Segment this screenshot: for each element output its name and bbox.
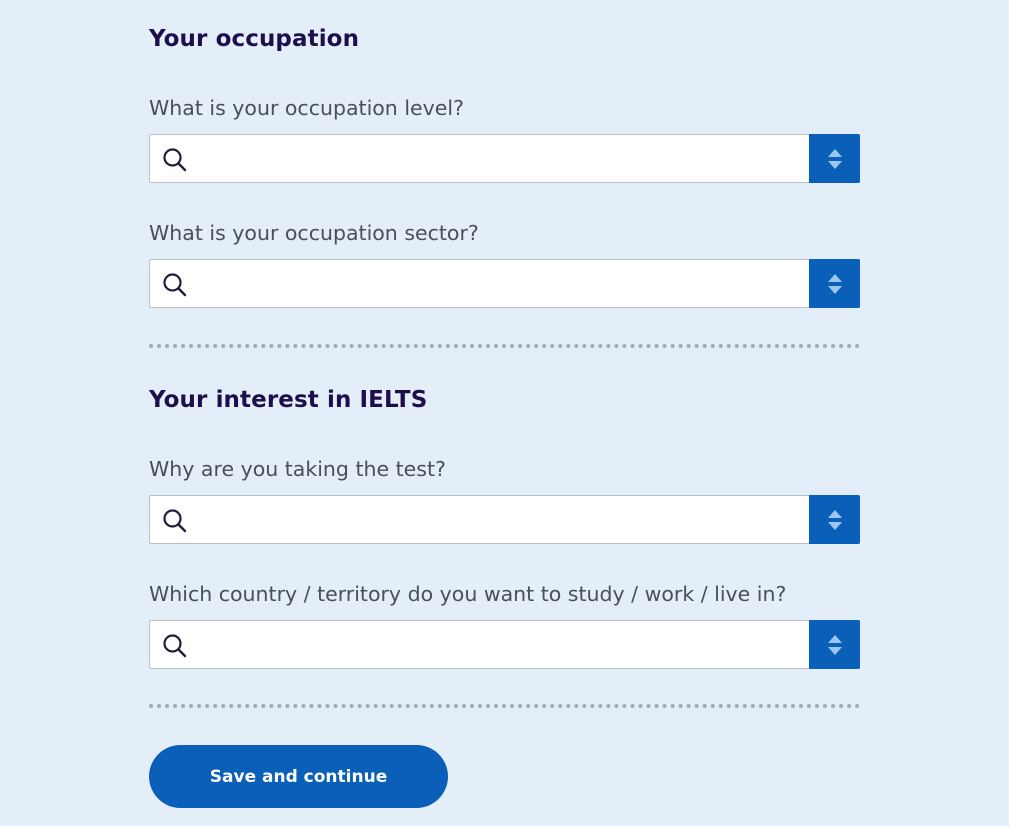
test-reason-select[interactable] — [149, 495, 860, 544]
search-icon — [163, 634, 187, 658]
save-and-continue-button[interactable]: Save and continue — [149, 745, 448, 808]
occupation-level-toggle[interactable] — [809, 134, 860, 183]
test-reason-label: Why are you taking the test? — [149, 457, 446, 481]
search-icon — [163, 273, 187, 297]
sort-arrows-icon — [827, 273, 842, 294]
occupation-sector-input[interactable] — [196, 260, 806, 307]
test-reason-input[interactable] — [196, 496, 806, 543]
destination-country-input[interactable] — [196, 621, 806, 668]
occupation-sector-select[interactable] — [149, 259, 860, 308]
section-title-ielts-interest: Your interest in IELTS — [149, 387, 428, 413]
section-title-occupation: Your occupation — [149, 26, 360, 52]
section-divider — [149, 344, 860, 348]
occupation-level-input[interactable] — [196, 135, 806, 182]
occupation-sector-label: What is your occupation sector? — [149, 221, 479, 245]
occupation-level-label: What is your occupation level? — [149, 96, 464, 120]
destination-country-label: Which country / territory do you want to… — [149, 582, 787, 606]
search-icon — [163, 509, 187, 533]
sort-arrows-icon — [827, 148, 842, 169]
search-icon — [163, 148, 187, 172]
sort-arrows-icon — [827, 509, 842, 530]
destination-country-select[interactable] — [149, 620, 860, 669]
sort-arrows-icon — [827, 634, 842, 655]
occupation-sector-toggle[interactable] — [809, 259, 860, 308]
section-divider — [149, 704, 860, 708]
destination-country-toggle[interactable] — [809, 620, 860, 669]
occupation-level-select[interactable] — [149, 134, 860, 183]
test-reason-toggle[interactable] — [809, 495, 860, 544]
